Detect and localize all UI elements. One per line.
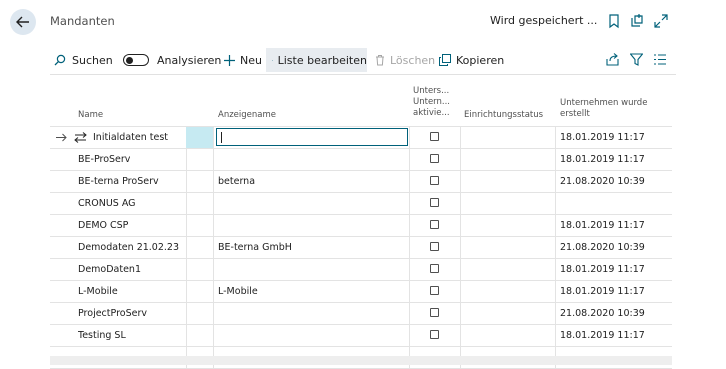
evaluation-checkbox[interactable] [430,176,439,185]
edit-list-label: Liste bearbeiten [277,53,367,67]
edit-list-icon [272,59,273,61]
delete-button[interactable]: Löschen [375,48,435,72]
table-row[interactable]: DEMO CSP 18.01.2019 11:17 [50,215,672,237]
search-button[interactable]: Suchen [54,48,113,72]
column-header-evaluation-line2: Untern... [413,97,451,107]
display-name-input[interactable] [216,128,408,146]
evaluation-checkbox[interactable] [430,242,439,251]
cell-created: 21.08.2020 10:39 [560,242,645,253]
column-header-display-name[interactable]: Anzeigename [218,110,276,121]
arrow-right-icon [56,133,67,142]
column-header-created[interactable]: Unternehmen wurde erstellt [560,98,647,120]
copy-icon [439,54,451,66]
list-view-icon[interactable] [654,54,666,65]
action-bar: Suchen Analysieren Neu Liste bearbeiten … [50,48,726,75]
cell-created: 21.08.2020 10:39 [560,308,645,319]
save-status: Wird gespeichert ... [490,14,598,27]
arrow-left-icon [16,16,29,28]
evaluation-checkbox[interactable] [430,264,439,273]
cell-created: 21.08.2020 10:39 [560,176,645,187]
copy-button[interactable]: Kopieren [439,48,504,72]
filter-icon[interactable] [630,53,643,66]
cell-display-name[interactable]: beterna [218,171,255,192]
selected-cell[interactable] [186,127,213,148]
search-icon [54,54,66,66]
evaluation-checkbox[interactable] [430,330,439,339]
companies-table: Initialdaten test 18.01.2019 11:17 BE-Pr… [50,126,672,369]
cell-created: 18.01.2019 11:17 [560,264,645,275]
table-row[interactable]: CRONUS AG [50,193,672,215]
plus-icon [224,54,235,66]
cell-created: 18.01.2019 11:17 [560,154,645,165]
table-row[interactable]: BE-terna ProServ beterna 21.08.2020 10:3… [50,171,672,193]
table-row[interactable]: BE-ProServ 18.01.2019 11:17 [50,149,672,171]
column-header-created-line1: Unternehmen wurde [560,98,648,108]
cell-name[interactable]: BE-terna ProServ [78,171,159,192]
column-header-evaluation-line1: Unters... [413,86,450,96]
evaluation-checkbox[interactable] [430,132,439,141]
swap-arrows-icon[interactable] [74,132,87,143]
table-row[interactable]: ProjectProServ 21.08.2020 10:39 [50,303,672,325]
column-header-evaluation[interactable]: Unters... Untern... aktivie... [413,86,457,119]
evaluation-checkbox[interactable] [430,198,439,207]
cell-created: 18.01.2019 11:17 [560,220,645,231]
evaluation-checkbox[interactable] [430,220,439,229]
bookmark-icon[interactable] [606,13,622,29]
evaluation-checkbox[interactable] [430,308,439,317]
trash-icon [376,55,384,66]
search-label: Suchen [72,53,113,67]
toggle-switch[interactable] [123,54,149,66]
cell-display-name[interactable]: L-Mobile [218,281,258,302]
evaluation-checkbox[interactable] [430,154,439,163]
cell-display-name[interactable]: BE-terna GmbH [218,237,292,258]
column-header-evaluation-line3: aktivie... [413,108,450,118]
cell-created: 18.01.2019 11:17 [560,286,645,297]
cell-name[interactable]: DEMO CSP [78,215,128,236]
copy-label: Kopieren [456,53,505,67]
column-header-created-line2: erstellt [560,109,590,119]
cell-name[interactable]: Initialdaten test [93,127,168,148]
table-row[interactable]: L-Mobile L-Mobile 18.01.2019 11:17 [50,281,672,303]
cell-name[interactable]: L-Mobile [78,281,118,302]
open-in-new-window-icon[interactable] [629,13,645,29]
table-row[interactable]: Initialdaten test 18.01.2019 11:17 [50,126,672,149]
cell-created: 18.01.2019 11:17 [560,330,645,341]
cell-name[interactable]: Demodaten 21.02.23 [78,237,179,258]
cell-created: 18.01.2019 11:17 [560,132,645,143]
edit-list-button[interactable]: Liste bearbeiten [266,48,367,72]
page-title: Mandanten [50,14,115,28]
cell-name[interactable]: BE-ProServ [78,149,130,170]
column-header-setup-status[interactable]: Einrichtungsstatus [464,110,543,121]
toggle-knob [126,56,133,64]
delete-label: Löschen [390,53,436,67]
cell-name[interactable]: ProjectProServ [78,303,147,324]
new-button[interactable]: Neu [224,48,262,72]
table-row[interactable]: Demodaten 21.02.23 BE-terna GmbH 21.08.2… [50,237,672,259]
expand-icon[interactable] [653,13,669,29]
cell-name[interactable]: Testing SL [78,325,126,346]
share-icon[interactable] [606,53,620,66]
analyze-toggle[interactable]: Analysieren [123,48,221,72]
back-button[interactable] [10,9,36,35]
horizontal-scrollbar[interactable] [50,356,672,365]
cell-name[interactable]: CRONUS AG [78,193,136,214]
analyze-label: Analysieren [157,53,222,67]
evaluation-checkbox[interactable] [430,286,439,295]
column-header-name[interactable]: Name [78,110,103,121]
table-row[interactable]: DemoDaten1 18.01.2019 11:17 [50,259,672,281]
toolbar-divider [50,74,676,75]
new-label: Neu [240,53,262,67]
cell-name[interactable]: DemoDaten1 [78,259,141,280]
text-caret [221,132,222,143]
table-row[interactable]: Testing SL 18.01.2019 11:17 [50,325,672,347]
